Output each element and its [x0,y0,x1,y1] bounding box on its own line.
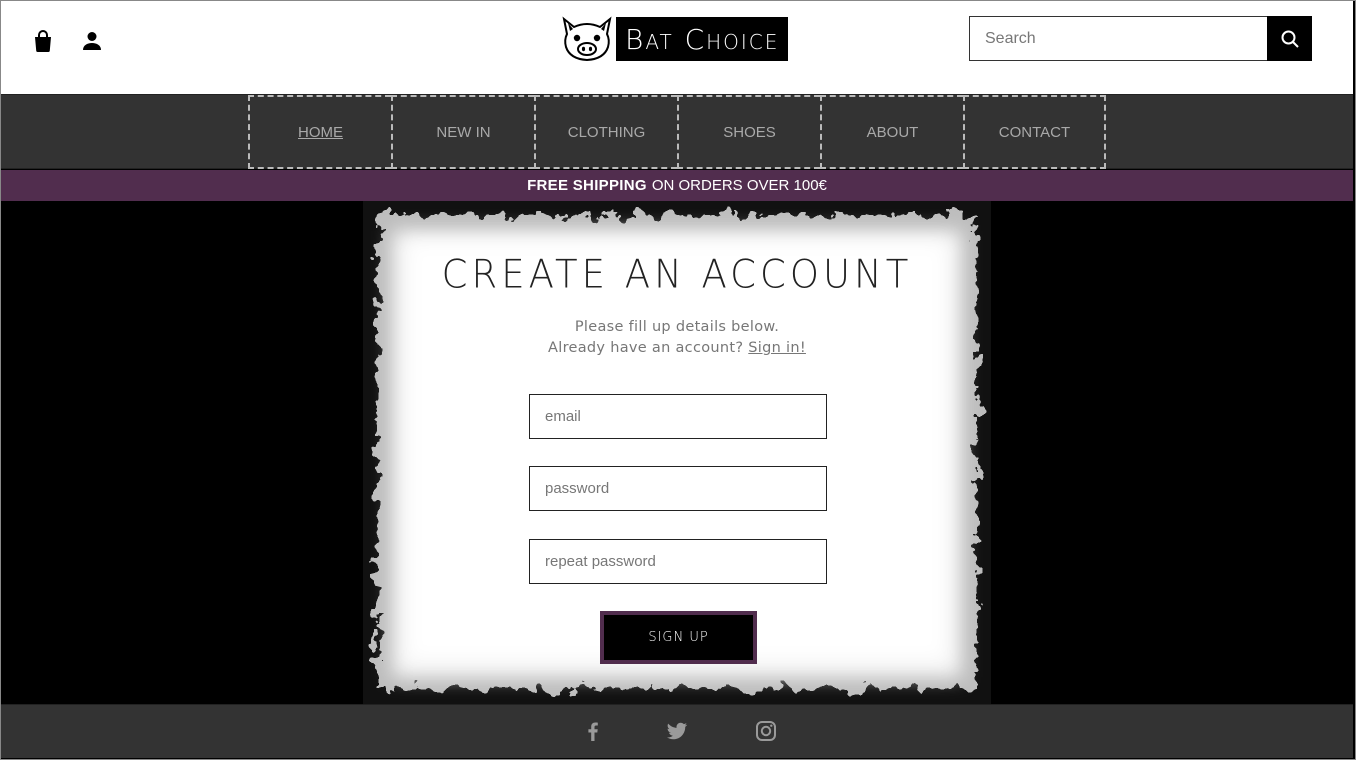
brand-logo[interactable]: Bat Choice [560,16,789,62]
nav-item-home[interactable]: HOME [248,95,391,169]
signin-link[interactable]: Sign in! [748,340,806,356]
signin-prompt: Already have an account? Sign in! [363,338,991,359]
banner-bold-text: FREE SHIPPING [527,177,647,194]
user-icon[interactable] [80,29,104,53]
form-subtitle: Please fill up details below. Already ha… [363,317,991,359]
signup-card: CREATE AN ACCOUNT Please fill up details… [363,201,991,704]
banner-text: ON ORDERS OVER 100€ [651,177,827,194]
sign-up-button[interactable]: SIGN UP [600,611,757,664]
signin-prompt-text: Already have an account? [548,340,744,356]
repeat-password-field[interactable] [529,539,827,584]
password-field[interactable] [529,466,827,511]
page-title: CREATE AN ACCOUNT [441,251,913,298]
nav-item-new-in[interactable]: NEW IN [391,95,534,169]
search-bar [969,16,1312,61]
main-content: CREATE AN ACCOUNT Please fill up details… [1,201,1353,704]
nav-item-shoes[interactable]: SHOES [677,95,820,169]
site-footer [1,704,1353,758]
search-button[interactable] [1267,16,1312,61]
nav-item-about[interactable]: ABOUT [820,95,963,169]
main-nav: HOME NEW IN CLOTHING SHOES ABOUT CONTACT [1,94,1353,169]
pig-logo-icon [562,16,612,62]
instagram-icon[interactable] [754,719,778,743]
shipping-banner: FREE SHIPPING ON ORDERS OVER 100€ [1,170,1353,201]
brand-name: Bat Choice [616,17,789,61]
nav-item-contact[interactable]: CONTACT [963,95,1106,169]
twitter-icon[interactable] [665,719,689,743]
search-input[interactable] [969,16,1267,61]
signup-form: CREATE AN ACCOUNT Please fill up details… [363,201,991,704]
nav-item-clothing[interactable]: CLOTHING [534,95,677,169]
shopping-bag-icon[interactable] [31,29,55,53]
form-instruction: Please fill up details below. [574,319,780,335]
search-icon [1281,30,1299,48]
facebook-icon[interactable] [581,719,605,743]
site-header: Bat Choice [1,1,1353,94]
email-field[interactable] [529,394,827,439]
